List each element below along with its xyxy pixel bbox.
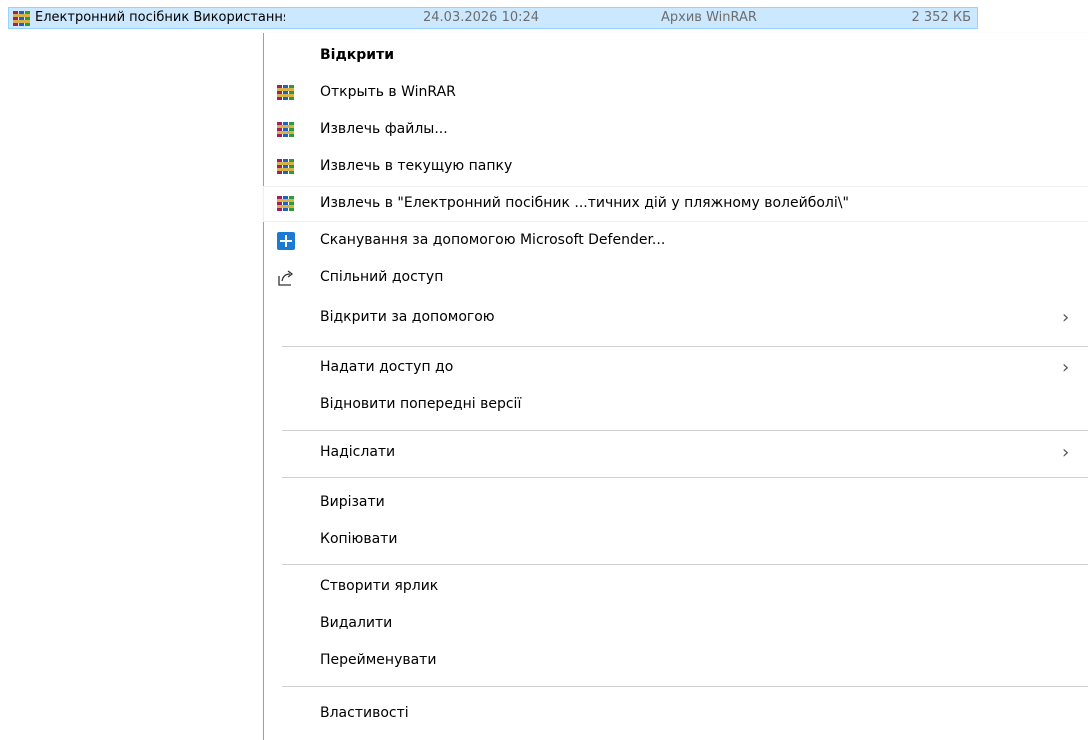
chevron-right-icon: ›: [1062, 307, 1070, 328]
file-date: 24.03.2026 10:24: [423, 10, 540, 25]
share-icon: [277, 269, 295, 287]
winrar-archive-icon: [13, 10, 30, 27]
menu-item-scan-defender[interactable]: Сканування за допомогою Microsoft Defend…: [264, 224, 1088, 258]
menu-separator: [282, 686, 1088, 687]
file-name: Електронний посібник Використання т...: [35, 10, 285, 25]
file-type: Архив WinRAR: [661, 10, 757, 25]
menu-item-open-in-winrar[interactable]: Открыть в WinRAR: [264, 76, 1088, 110]
menu-item-open-with[interactable]: Відкрити за допомогою ›: [264, 301, 1088, 335]
menu-item-create-shortcut[interactable]: Створити ярлик: [264, 570, 1088, 604]
menu-item-label: Открыть в WinRAR: [320, 84, 456, 100]
menu-item-label: Спільний доступ: [320, 269, 444, 285]
chevron-right-icon: ›: [1062, 442, 1070, 463]
menu-item-send-to[interactable]: Надіслати ›: [264, 436, 1088, 470]
menu-item-properties[interactable]: Властивості: [264, 697, 1088, 731]
menu-item-extract-files[interactable]: Извлечь файлы...: [264, 113, 1088, 147]
menu-separator: [282, 564, 1088, 565]
menu-item-label: Властивості: [320, 705, 409, 721]
menu-item-label: Відкрити за допомогою: [320, 309, 495, 325]
winrar-icon: [277, 158, 295, 176]
menu-item-delete[interactable]: Видалити: [264, 607, 1088, 641]
menu-item-cut[interactable]: Вирізати: [264, 486, 1088, 520]
menu-separator: [282, 477, 1088, 478]
winrar-icon: [277, 195, 295, 213]
context-menu: Відкрити Открыть в WinRAR Извлечь файлы.…: [263, 33, 1088, 740]
menu-item-label: Копіювати: [320, 531, 398, 547]
menu-item-label: Надати доступ до: [320, 359, 454, 375]
menu-item-label: Сканування за допомогою Microsoft Defend…: [320, 232, 666, 248]
menu-item-label: Відновити попередні версії: [320, 396, 522, 412]
menu-item-label: Извлечь в текущую папку: [320, 158, 513, 174]
menu-item-give-access[interactable]: Надати доступ до ›: [264, 351, 1088, 385]
chevron-right-icon: ›: [1062, 357, 1070, 378]
menu-item-label: Відкрити: [320, 47, 395, 63]
menu-item-label: Вирізати: [320, 494, 385, 510]
menu-item-open[interactable]: Відкрити: [264, 39, 1088, 73]
menu-item-rename[interactable]: Перейменувати: [264, 644, 1088, 678]
menu-item-extract-here[interactable]: Извлечь в текущую папку: [264, 150, 1088, 184]
file-size: 2 352 КБ: [911, 10, 972, 25]
menu-item-label: Перейменувати: [320, 652, 437, 668]
file-list-row-selected[interactable]: Електронний посібник Використання т... 2…: [8, 7, 978, 29]
menu-item-label: Извлечь файлы...: [320, 121, 448, 137]
winrar-icon: [277, 121, 295, 139]
menu-item-label: Створити ярлик: [320, 578, 439, 594]
menu-separator: [282, 430, 1088, 431]
defender-icon: [277, 232, 295, 250]
menu-item-label: Извлечь в "Електронний посібник ...тични…: [320, 195, 849, 211]
menu-separator: [282, 346, 1088, 347]
menu-item-label: Надіслати: [320, 444, 396, 460]
menu-item-extract-to-folder[interactable]: Извлечь в "Електронний посібник ...тични…: [263, 186, 1088, 222]
menu-item-label: Видалити: [320, 615, 393, 631]
desktop-window: Електронний посібник Використання т... 2…: [0, 0, 1088, 740]
winrar-icon: [277, 84, 295, 102]
menu-item-copy[interactable]: Копіювати: [264, 523, 1088, 557]
menu-item-restore-versions[interactable]: Відновити попередні версії: [264, 388, 1088, 422]
menu-item-share[interactable]: Спільний доступ: [264, 261, 1088, 295]
